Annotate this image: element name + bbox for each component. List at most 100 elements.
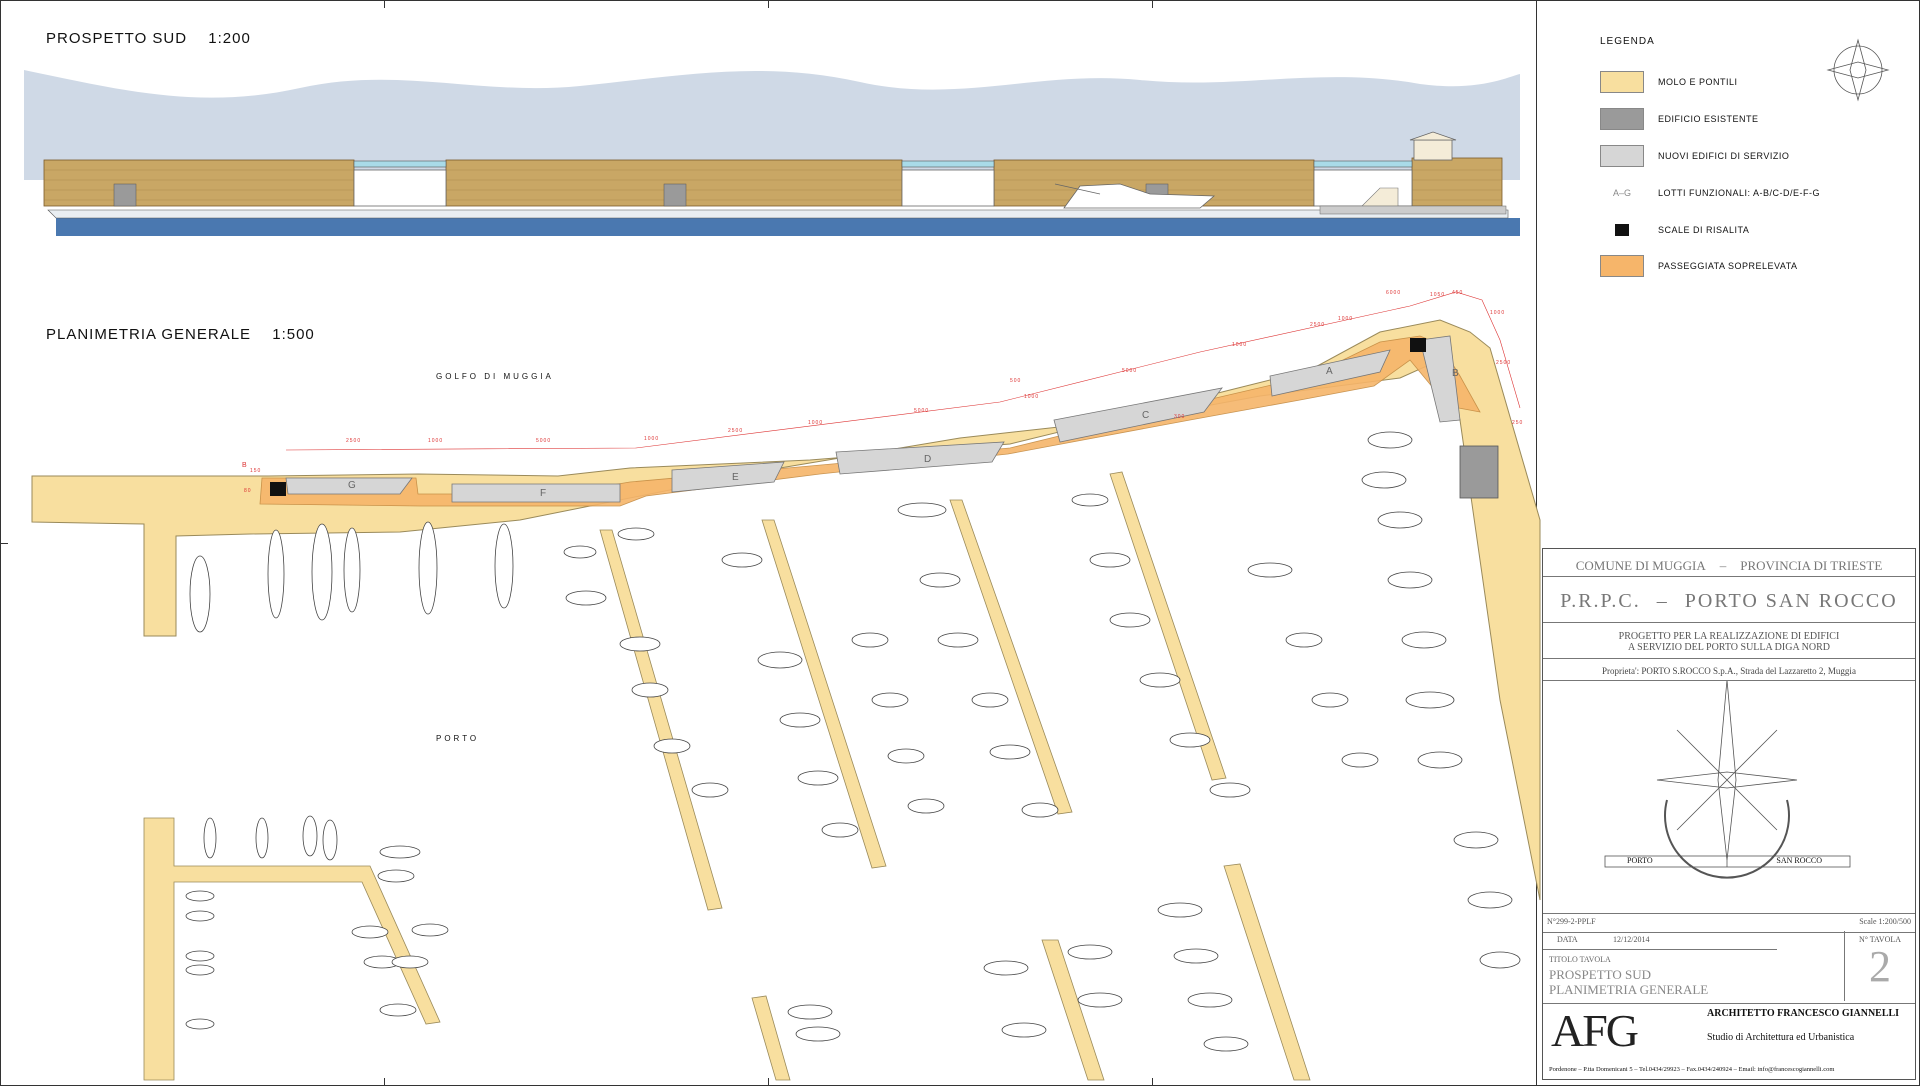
compass-icon: [1826, 38, 1890, 102]
lot-label-c: C: [1142, 410, 1151, 421]
title-block-docrow: N°299-2-PPLF Scale 1:200/500: [1543, 913, 1915, 933]
dimension-text: 6000: [1386, 290, 1402, 296]
quay-line: [47, 209, 1509, 219]
legend-label: PASSEGGIATA SOPRELEVATA: [1658, 261, 1798, 271]
lot-label-e: E: [732, 472, 740, 483]
dimension-text: 2500: [1310, 322, 1326, 328]
logo-left-text: PORTO: [1627, 856, 1653, 865]
dimension-text: 1000: [644, 436, 660, 442]
tavola-number: 2: [1869, 942, 1891, 991]
titolo-label: TITOLO TAVOLA: [1549, 955, 1611, 964]
title-block-daterow: DATA 12/12/2014: [1543, 931, 1777, 950]
jetty: [1319, 205, 1507, 215]
legend-swatch-new: [1600, 145, 1644, 167]
legend-item-new: NUOVI EDIFICI DI SERVIZIO: [1600, 145, 1789, 167]
elevation-title: PROSPETTO SUD 1:200: [46, 30, 251, 47]
dimension-text: 300: [1174, 414, 1186, 420]
doc-number: N°299-2-PPLF: [1547, 917, 1596, 926]
port-label: PORTO: [436, 734, 480, 743]
title-block-municipality: COMUNE DI MUGGIA – PROVINCIA DI TRIESTE: [1543, 555, 1915, 577]
dimension-text: 1000: [1490, 310, 1506, 316]
title-block: COMUNE DI MUGGIA – PROVINCIA DI TRIESTE …: [1542, 548, 1916, 1080]
lot-label-a: A: [1326, 366, 1334, 377]
dimension-text: 1000: [808, 420, 824, 426]
firm-address: Pordenone – P.tta Domenicani 5 – Tel.043…: [1549, 1066, 1835, 1073]
plan-drawing: [31, 291, 1541, 1081]
title-block-tavola: N° TAVOLA 2: [1844, 931, 1915, 1001]
dimension-text: 80: [244, 488, 252, 494]
elevation-scale: 1:200: [208, 30, 251, 47]
legend-symbol-lots: A–G: [1612, 188, 1631, 198]
legend-swatch-pier: [1600, 71, 1644, 93]
dimension-text: 1050: [1430, 292, 1446, 298]
provincia-text: PROVINCIA DI TRIESTE: [1740, 557, 1883, 573]
comune-text: COMUNE DI MUGGIA: [1575, 557, 1706, 573]
dimension-text: 1000: [1024, 394, 1040, 400]
dimension-text: 5000: [914, 408, 930, 414]
legend-item-stairs: SCALE DI RISALITA: [1600, 219, 1749, 241]
legend-title: LEGENDA: [1600, 36, 1655, 47]
dimension-text: B: [242, 462, 248, 469]
dash-text: –: [1656, 590, 1669, 612]
dimension-text: 150: [250, 468, 262, 474]
plan-title-text: PLANIMETRIA GENERALE: [46, 326, 252, 343]
studio-name: Studio di Architettura ed Urbanistica: [1707, 1032, 1855, 1043]
dimension-text: 1000: [428, 438, 444, 444]
titolo-line: PROSPETTO SUD: [1549, 967, 1651, 982]
elevation-drawing: [24, 70, 1520, 236]
date-value: 12/12/2014: [1613, 935, 1650, 944]
legend-label: LOTTI FUNZIONALI: A-B/C-D/E-F-G: [1658, 188, 1821, 198]
logo-right-text: SAN ROCCO: [1776, 856, 1822, 865]
project-code: P.R.P.C.: [1560, 590, 1641, 612]
elevation-title-text: PROSPETTO SUD: [46, 30, 188, 47]
legend-swatch-existing: [1600, 108, 1644, 130]
stair-a: [1410, 338, 1426, 352]
title-block-description: PROGETTO PER LA REALIZZAZIONE DI EDIFICI…: [1543, 625, 1915, 659]
lot-label-b: B: [1452, 368, 1460, 379]
stair-icon: [1600, 219, 1644, 241]
scale-label: Scale 1:200/500: [1859, 917, 1911, 926]
firm-logo: AFG: [1551, 1005, 1639, 1056]
title-block-firm: AFG ARCHITETTO FRANCESCO GIANNELLI Studi…: [1543, 1003, 1915, 1082]
legend-swatch-promenade: [1600, 255, 1644, 277]
gulf-label: GOLFO DI MUGGIA: [436, 372, 554, 381]
titolo-text: PROSPETTO SUD PLANIMETRIA GENERALE: [1549, 967, 1708, 997]
lot-label-f: F: [540, 488, 548, 499]
legend-label: EDIFICIO ESISTENTE: [1658, 114, 1759, 124]
legend-item-existing: EDIFICIO ESISTENTE: [1600, 108, 1759, 130]
breakwater: [31, 319, 1541, 901]
dimension-text: 5000: [1122, 368, 1138, 374]
legend-label: MOLO E PONTILI: [1658, 77, 1738, 87]
dimension-text: 450: [1452, 290, 1464, 296]
dimension-text: 5000: [536, 438, 552, 444]
dimension-text: 2500: [346, 438, 362, 444]
plan-title: PLANIMETRIA GENERALE 1:500: [46, 326, 315, 343]
wall-blocks: [43, 157, 1503, 207]
existing-building: [1459, 445, 1499, 499]
title-block-project: P.R.P.C. – PORTO SAN ROCCO: [1543, 581, 1915, 623]
titolo-line: PLANIMETRIA GENERALE: [1549, 982, 1709, 997]
dash-text: –: [1719, 557, 1727, 573]
stair-g: [270, 482, 286, 496]
date-label: DATA: [1557, 935, 1578, 944]
plan-scale: 1:500: [272, 326, 315, 343]
dimension-text: 500: [1010, 378, 1022, 384]
legend-label: NUOVI EDIFICI DI SERVIZIO: [1658, 151, 1790, 161]
architect-name: ARCHITETTO FRANCESCO GIANNELLI: [1707, 1008, 1900, 1019]
legend-item-lots: A–G LOTTI FUNZIONALI: A-B/C-D/E-F-G: [1600, 182, 1820, 204]
desc-line: A SERVIZIO DEL PORTO SULLA DIGA NORD: [1628, 641, 1830, 653]
legend-label: SCALE DI RISALITA: [1658, 225, 1750, 235]
dimension-text: 2500: [1496, 360, 1512, 366]
legend-item-pier: MOLO E PONTILI: [1600, 71, 1738, 93]
dimension-text: 2500: [728, 428, 744, 434]
dimension-text: 1000: [1338, 316, 1354, 322]
desc-line: PROGETTO PER LA REALIZZAZIONE DI EDIFICI: [1618, 630, 1840, 642]
dimension-text: 1000: [1232, 342, 1248, 348]
dimension-text: 250: [1512, 420, 1524, 426]
water-strip: [56, 218, 1520, 236]
project-name: PORTO SAN ROCCO: [1684, 590, 1898, 612]
lot-label-d: D: [924, 454, 933, 465]
owner-text: Proprieta': PORTO S.ROCCO S.p.A., Strada…: [1543, 661, 1915, 681]
lot-label-g: G: [348, 480, 357, 491]
legend-item-promenade: PASSEGGIATA SOPRELEVATA: [1600, 255, 1798, 277]
